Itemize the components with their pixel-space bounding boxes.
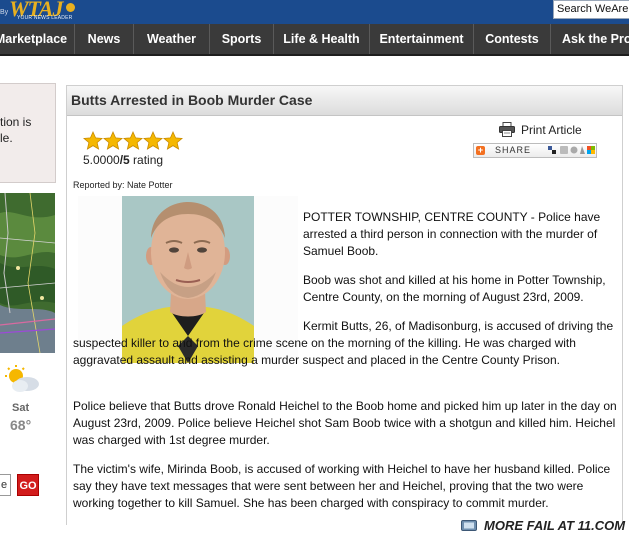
main-nav: Marketplace News Weather Sports Life & H… (0, 24, 629, 56)
site-header: By WTAJ YOUR NEWS LEADER Search WeAre (0, 0, 629, 24)
rating-suffix: rating (129, 153, 164, 167)
article-paragraph: Police believe that Butts drove Ronald H… (73, 399, 617, 447)
logo-tagline: YOUR NEWS LEADER (17, 15, 73, 21)
social-bookmark-icons (548, 146, 595, 154)
share-label: SHARE (495, 145, 532, 155)
share-plus-icon: + (476, 145, 485, 155)
nav-sports[interactable]: Sports (210, 24, 274, 54)
printer-icon (499, 122, 515, 137)
tv-icon (461, 520, 477, 531)
star-icon[interactable] (163, 131, 183, 150)
nav-marketplace[interactable]: Marketplace (0, 24, 75, 54)
go-button[interactable]: GO (17, 474, 39, 496)
share-button[interactable]: + SHARE (473, 143, 597, 158)
print-article-label[interactable]: Print Article (521, 123, 582, 137)
star-icon[interactable] (123, 131, 143, 150)
nav-life-health[interactable]: Life & Health (274, 24, 370, 54)
weather-day: Sat (12, 402, 30, 414)
star-icon[interactable] (83, 131, 103, 150)
logo-prefix: By (0, 9, 9, 16)
nav-ask-the-pro[interactable]: Ask the Pro (551, 24, 629, 54)
article-title-bar: Butts Arrested in Boob Murder Case (67, 86, 622, 116)
watermark-text: MORE FAIL AT 11.COM (484, 518, 626, 533)
weather-radar-map[interactable] (0, 193, 55, 353)
rating-value: 5.0000 (83, 153, 120, 167)
weather-temp: 68° (10, 417, 32, 433)
article-paragraph: POTTER TOWNSHIP, CENTRE COUNTY - Police … (303, 210, 601, 258)
nav-weather[interactable]: Weather (134, 24, 210, 54)
star-icon[interactable] (103, 131, 123, 150)
article-paragraph: Boob was shot and killed at his home in … (303, 273, 606, 304)
zip-input[interactable]: e (0, 474, 11, 496)
sidebar-promo-box: tion is le. (0, 83, 56, 183)
search-input[interactable]: Search WeAre (553, 0, 629, 19)
nav-entertainment[interactable]: Entertainment (370, 24, 474, 54)
byline: Reported by: Nate Potter (73, 180, 173, 190)
rating-max: /5 (119, 153, 130, 167)
sidebar-promo-line1: tion is (0, 115, 32, 129)
partly-cloudy-icon (5, 365, 39, 392)
article-paragraph: The victim's wife, Mirinda Boob, is accu… (73, 462, 611, 510)
article-panel: Butts Arrested in Boob Murder Case 5.000… (66, 85, 623, 525)
star-icon[interactable] (143, 131, 163, 150)
nav-news[interactable]: News (75, 24, 134, 54)
sidebar-promo-line2: le. (0, 131, 13, 145)
article-paragraph: Kermit Butts, 26, of Madisonburg, is acc… (73, 319, 614, 367)
rating-text: 5.0000/5 rating (83, 153, 163, 167)
nav-contests[interactable]: Contests (474, 24, 551, 54)
article-title: Butts Arrested in Boob Murder Case (71, 92, 313, 108)
logo-eye-icon (66, 3, 75, 12)
